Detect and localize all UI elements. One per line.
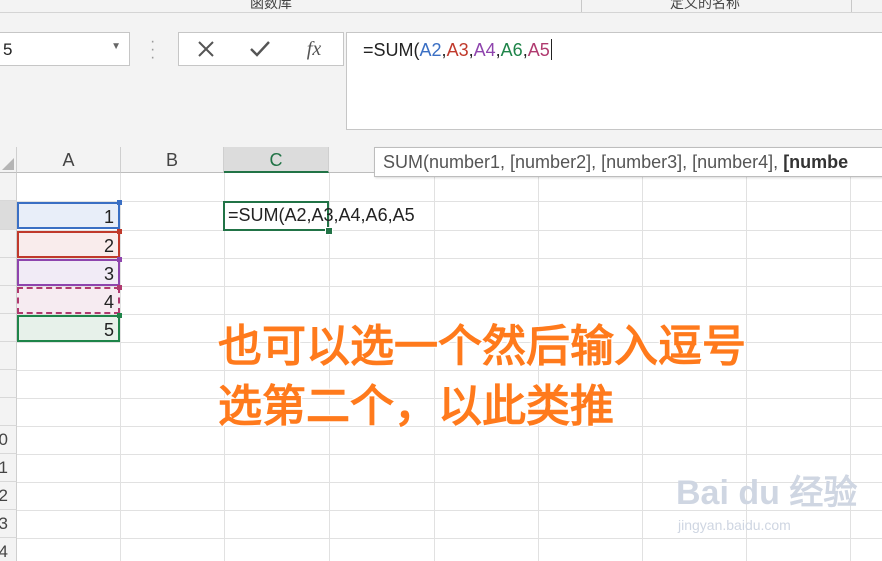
formula-part: A4 <box>473 40 496 60</box>
column-header-a[interactable]: A <box>17 147 121 173</box>
chevron-down-icon[interactable]: ▼ <box>111 41 121 52</box>
ribbon-group-defined-names[interactable]: 定义的名称 <box>670 0 740 12</box>
close-icon[interactable] <box>191 36 221 62</box>
row-header-13[interactable]: 3 <box>0 510 17 538</box>
range-corner-handle[interactable] <box>117 313 122 318</box>
cell-a3[interactable]: 2 <box>17 229 122 258</box>
fill-handle[interactable] <box>325 227 333 235</box>
range-corner-handle[interactable] <box>117 229 122 234</box>
name-box-value: 5 <box>3 40 13 59</box>
tooltip-current-arg: [numbe <box>783 152 849 172</box>
formula-part: A2 <box>419 40 442 60</box>
formula-input[interactable]: =SUM(A2,A3,A4,A6,A5 <box>346 32 882 130</box>
watermark-url: jingyan.baidu.com <box>678 517 791 533</box>
ribbon-strip: 函数库 定义的名称 <box>0 0 882 13</box>
row-header[interactable] <box>0 173 17 201</box>
insert-function-button[interactable]: fx <box>299 36 329 62</box>
row-header[interactable] <box>0 342 17 370</box>
function-tooltip[interactable]: SUM(number1, [number2], [number3], [numb… <box>374 147 882 177</box>
range-corner-handle[interactable] <box>117 257 122 262</box>
gridline <box>17 286 882 287</box>
active-cell-text: =SUM(A2,A3,A4,A6,A5 <box>228 205 415 225</box>
gridline <box>17 538 882 539</box>
range-corner-handle[interactable] <box>117 285 122 290</box>
row-header[interactable] <box>0 230 17 258</box>
column-header-b[interactable]: B <box>121 147 224 173</box>
formula-buttons: fx <box>178 32 344 66</box>
formula-part: A5 <box>527 40 550 60</box>
cell-a2[interactable]: 1 <box>17 200 122 229</box>
row-header-11[interactable]: 1 <box>0 454 17 482</box>
row-header[interactable] <box>0 314 17 342</box>
formula-part: A6 <box>500 40 523 60</box>
check-icon[interactable] <box>245 36 275 62</box>
ribbon-separator <box>851 0 852 12</box>
text-caret <box>550 39 552 60</box>
gridline <box>17 454 882 455</box>
drag-handle-icon[interactable]: · · · <box>150 34 155 66</box>
cell-a5[interactable]: 4 <box>17 285 122 314</box>
formula-part: =SUM( <box>363 40 420 60</box>
row-header-12[interactable]: 2 <box>0 482 17 510</box>
row-header[interactable] <box>0 398 17 426</box>
column-header-c[interactable]: C <box>224 147 329 173</box>
select-all-corner[interactable] <box>0 147 17 173</box>
cell-a4[interactable]: 3 <box>17 257 122 286</box>
annotation-line-1: 也可以选一个然后输入逗号 <box>218 322 746 371</box>
gridline <box>17 258 882 259</box>
range-corner-handle[interactable] <box>117 200 122 205</box>
row-header-14[interactable]: 4 <box>0 538 17 561</box>
row-header[interactable] <box>0 370 17 398</box>
name-box[interactable]: 5 ▼ <box>0 32 130 66</box>
cell-a6[interactable]: 5 <box>17 313 122 342</box>
gridline <box>17 230 882 231</box>
formula-part: A3 <box>446 40 469 60</box>
watermark-logo-text: Bai du 经验 <box>676 474 858 512</box>
row-header[interactable] <box>0 258 17 286</box>
annotation-line-2: 选第二个，以此类推 <box>218 382 614 431</box>
row-header-10[interactable]: 0 <box>0 426 17 454</box>
ribbon-group-function-library[interactable]: 函数库 <box>250 0 292 12</box>
row-header[interactable] <box>0 201 17 230</box>
gridline <box>17 201 882 202</box>
formula-text: =SUM(A2,A3,A4,A6,A5 <box>363 39 552 61</box>
row-header[interactable] <box>0 286 17 314</box>
ribbon-separator <box>581 0 582 12</box>
